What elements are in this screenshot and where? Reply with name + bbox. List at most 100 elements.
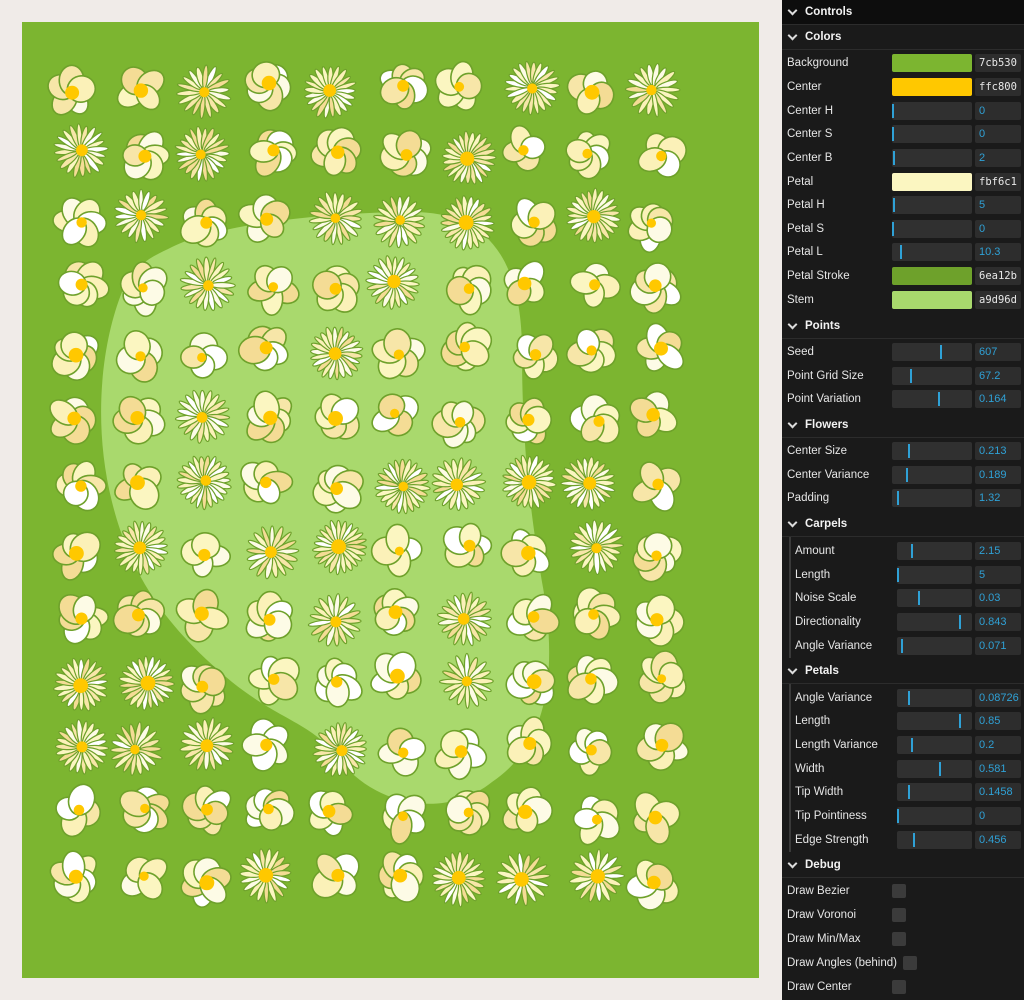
slider-handle[interactable] [897, 809, 899, 823]
slider-handle[interactable] [893, 151, 895, 165]
petal-stroke-color-swatch[interactable] [892, 267, 972, 285]
petals-edge-strength-value[interactable]: 0.456 [975, 831, 1021, 849]
petals-length-variance-value[interactable]: 0.2 [975, 736, 1021, 754]
draw-voronoi-checkbox[interactable] [892, 908, 906, 922]
petals-tip-width-slider[interactable] [897, 783, 972, 801]
petals-tip-width-value[interactable]: 0.1458 [975, 783, 1021, 801]
petal-l-slider[interactable] [892, 243, 972, 261]
slider-handle[interactable] [892, 127, 894, 141]
carpels-length-slider[interactable] [897, 566, 972, 584]
petals-edge-strength-slider[interactable] [897, 831, 972, 849]
row-point-variation: Point Variation 0.164 [782, 387, 1024, 411]
section-points[interactable]: Points [782, 314, 1024, 339]
section-colors[interactable]: Colors [782, 25, 1024, 50]
point-variation-slider[interactable] [892, 390, 972, 408]
slider-handle[interactable] [897, 568, 899, 582]
section-flowers[interactable]: Flowers [782, 413, 1024, 438]
petals-tip-pointiness-slider[interactable] [897, 807, 972, 825]
center-h-value[interactable]: 0 [975, 102, 1021, 120]
center-variance-value[interactable]: 0.189 [975, 466, 1021, 484]
carpels-length-value[interactable]: 5 [975, 566, 1021, 584]
slider-handle[interactable] [906, 468, 908, 482]
controls-title: Controls [805, 6, 853, 18]
background-hex-input[interactable]: 7cb530 [975, 54, 1021, 72]
petals-angle-variance-value[interactable]: 0.08726 [975, 689, 1021, 707]
slider-handle[interactable] [908, 444, 910, 458]
padding-slider[interactable] [892, 489, 972, 507]
petals-width-slider[interactable] [897, 760, 972, 778]
noise-scale-value[interactable]: 0.03 [975, 589, 1021, 607]
petal-color-swatch[interactable] [892, 173, 972, 191]
draw-center-checkbox[interactable] [892, 980, 906, 994]
slider-handle[interactable] [959, 714, 961, 728]
slider-handle[interactable] [892, 222, 894, 236]
center-size-value[interactable]: 0.213 [975, 442, 1021, 460]
slider-handle[interactable] [900, 245, 902, 259]
section-points-title: Points [805, 320, 841, 332]
section-debug[interactable]: Debug [782, 853, 1024, 878]
center-b-slider[interactable] [892, 149, 972, 167]
point-grid-size-value[interactable]: 67.2 [975, 367, 1021, 385]
petals-angle-variance-slider[interactable] [897, 689, 972, 707]
slider-handle[interactable] [959, 615, 961, 629]
petal-s-slider[interactable] [892, 220, 972, 238]
stem-color-swatch[interactable] [892, 291, 972, 309]
center-hex-input[interactable]: ffc800 [975, 78, 1021, 96]
slider-handle[interactable] [910, 369, 912, 383]
petal-h-value[interactable]: 5 [975, 196, 1021, 214]
center-s-value[interactable]: 0 [975, 125, 1021, 143]
directionality-slider[interactable] [897, 613, 972, 631]
section-carpels-title: Carpels [805, 518, 848, 530]
seed-value[interactable]: 607 [975, 343, 1021, 361]
directionality-value[interactable]: 0.843 [975, 613, 1021, 631]
padding-value[interactable]: 1.32 [975, 489, 1021, 507]
controls-header[interactable]: Controls [782, 0, 1024, 25]
background-color-swatch[interactable] [892, 54, 972, 72]
slider-handle[interactable] [893, 198, 895, 212]
carpels-amount-value[interactable]: 2.15 [975, 542, 1021, 560]
center-b-value[interactable]: 2 [975, 149, 1021, 167]
section-petals[interactable]: Petals [782, 659, 1024, 684]
slider-handle[interactable] [940, 345, 942, 359]
draw-bezier-checkbox[interactable] [892, 884, 906, 898]
slider-handle[interactable] [913, 833, 915, 847]
slider-handle[interactable] [901, 639, 903, 653]
slider-handle[interactable] [918, 591, 920, 605]
slider-handle[interactable] [911, 544, 913, 558]
center-s-slider[interactable] [892, 125, 972, 143]
center-size-slider[interactable] [892, 442, 972, 460]
petals-width-value[interactable]: 0.581 [975, 760, 1021, 778]
petal-stroke-hex-input[interactable]: 6ea12b [975, 267, 1021, 285]
carpels-amount-slider[interactable] [897, 542, 972, 560]
seed-slider[interactable] [892, 343, 972, 361]
petals-length-variance-slider[interactable] [897, 736, 972, 754]
center-h-slider[interactable] [892, 102, 972, 120]
carpels-angle-variance-slider[interactable] [897, 637, 972, 655]
chevron-down-icon [787, 858, 798, 869]
draw-minmax-checkbox[interactable] [892, 932, 906, 946]
center-variance-slider[interactable] [892, 466, 972, 484]
flower-canvas[interactable] [22, 22, 759, 978]
noise-scale-slider[interactable] [897, 589, 972, 607]
slider-handle[interactable] [939, 762, 941, 776]
petals-length-value[interactable]: 0.85 [975, 712, 1021, 730]
petals-length-slider[interactable] [897, 712, 972, 730]
petal-h-slider[interactable] [892, 196, 972, 214]
petal-s-value[interactable]: 0 [975, 220, 1021, 238]
slider-handle[interactable] [908, 691, 910, 705]
petal-hex-input[interactable]: fbf6c1 [975, 173, 1021, 191]
slider-handle[interactable] [911, 738, 913, 752]
slider-handle[interactable] [908, 785, 910, 799]
carpels-angle-variance-value[interactable]: 0.071 [975, 637, 1021, 655]
slider-handle[interactable] [938, 392, 940, 406]
slider-handle[interactable] [897, 491, 899, 505]
petals-tip-pointiness-value[interactable]: 0 [975, 807, 1021, 825]
petal-l-value[interactable]: 10.3 [975, 243, 1021, 261]
stem-hex-input[interactable]: a9d96d [975, 291, 1021, 309]
section-carpels[interactable]: Carpels [782, 512, 1024, 537]
point-grid-size-slider[interactable] [892, 367, 972, 385]
center-color-swatch[interactable] [892, 78, 972, 96]
slider-handle[interactable] [892, 104, 894, 118]
point-variation-value[interactable]: 0.164 [975, 390, 1021, 408]
draw-angles-checkbox[interactable] [903, 956, 917, 970]
